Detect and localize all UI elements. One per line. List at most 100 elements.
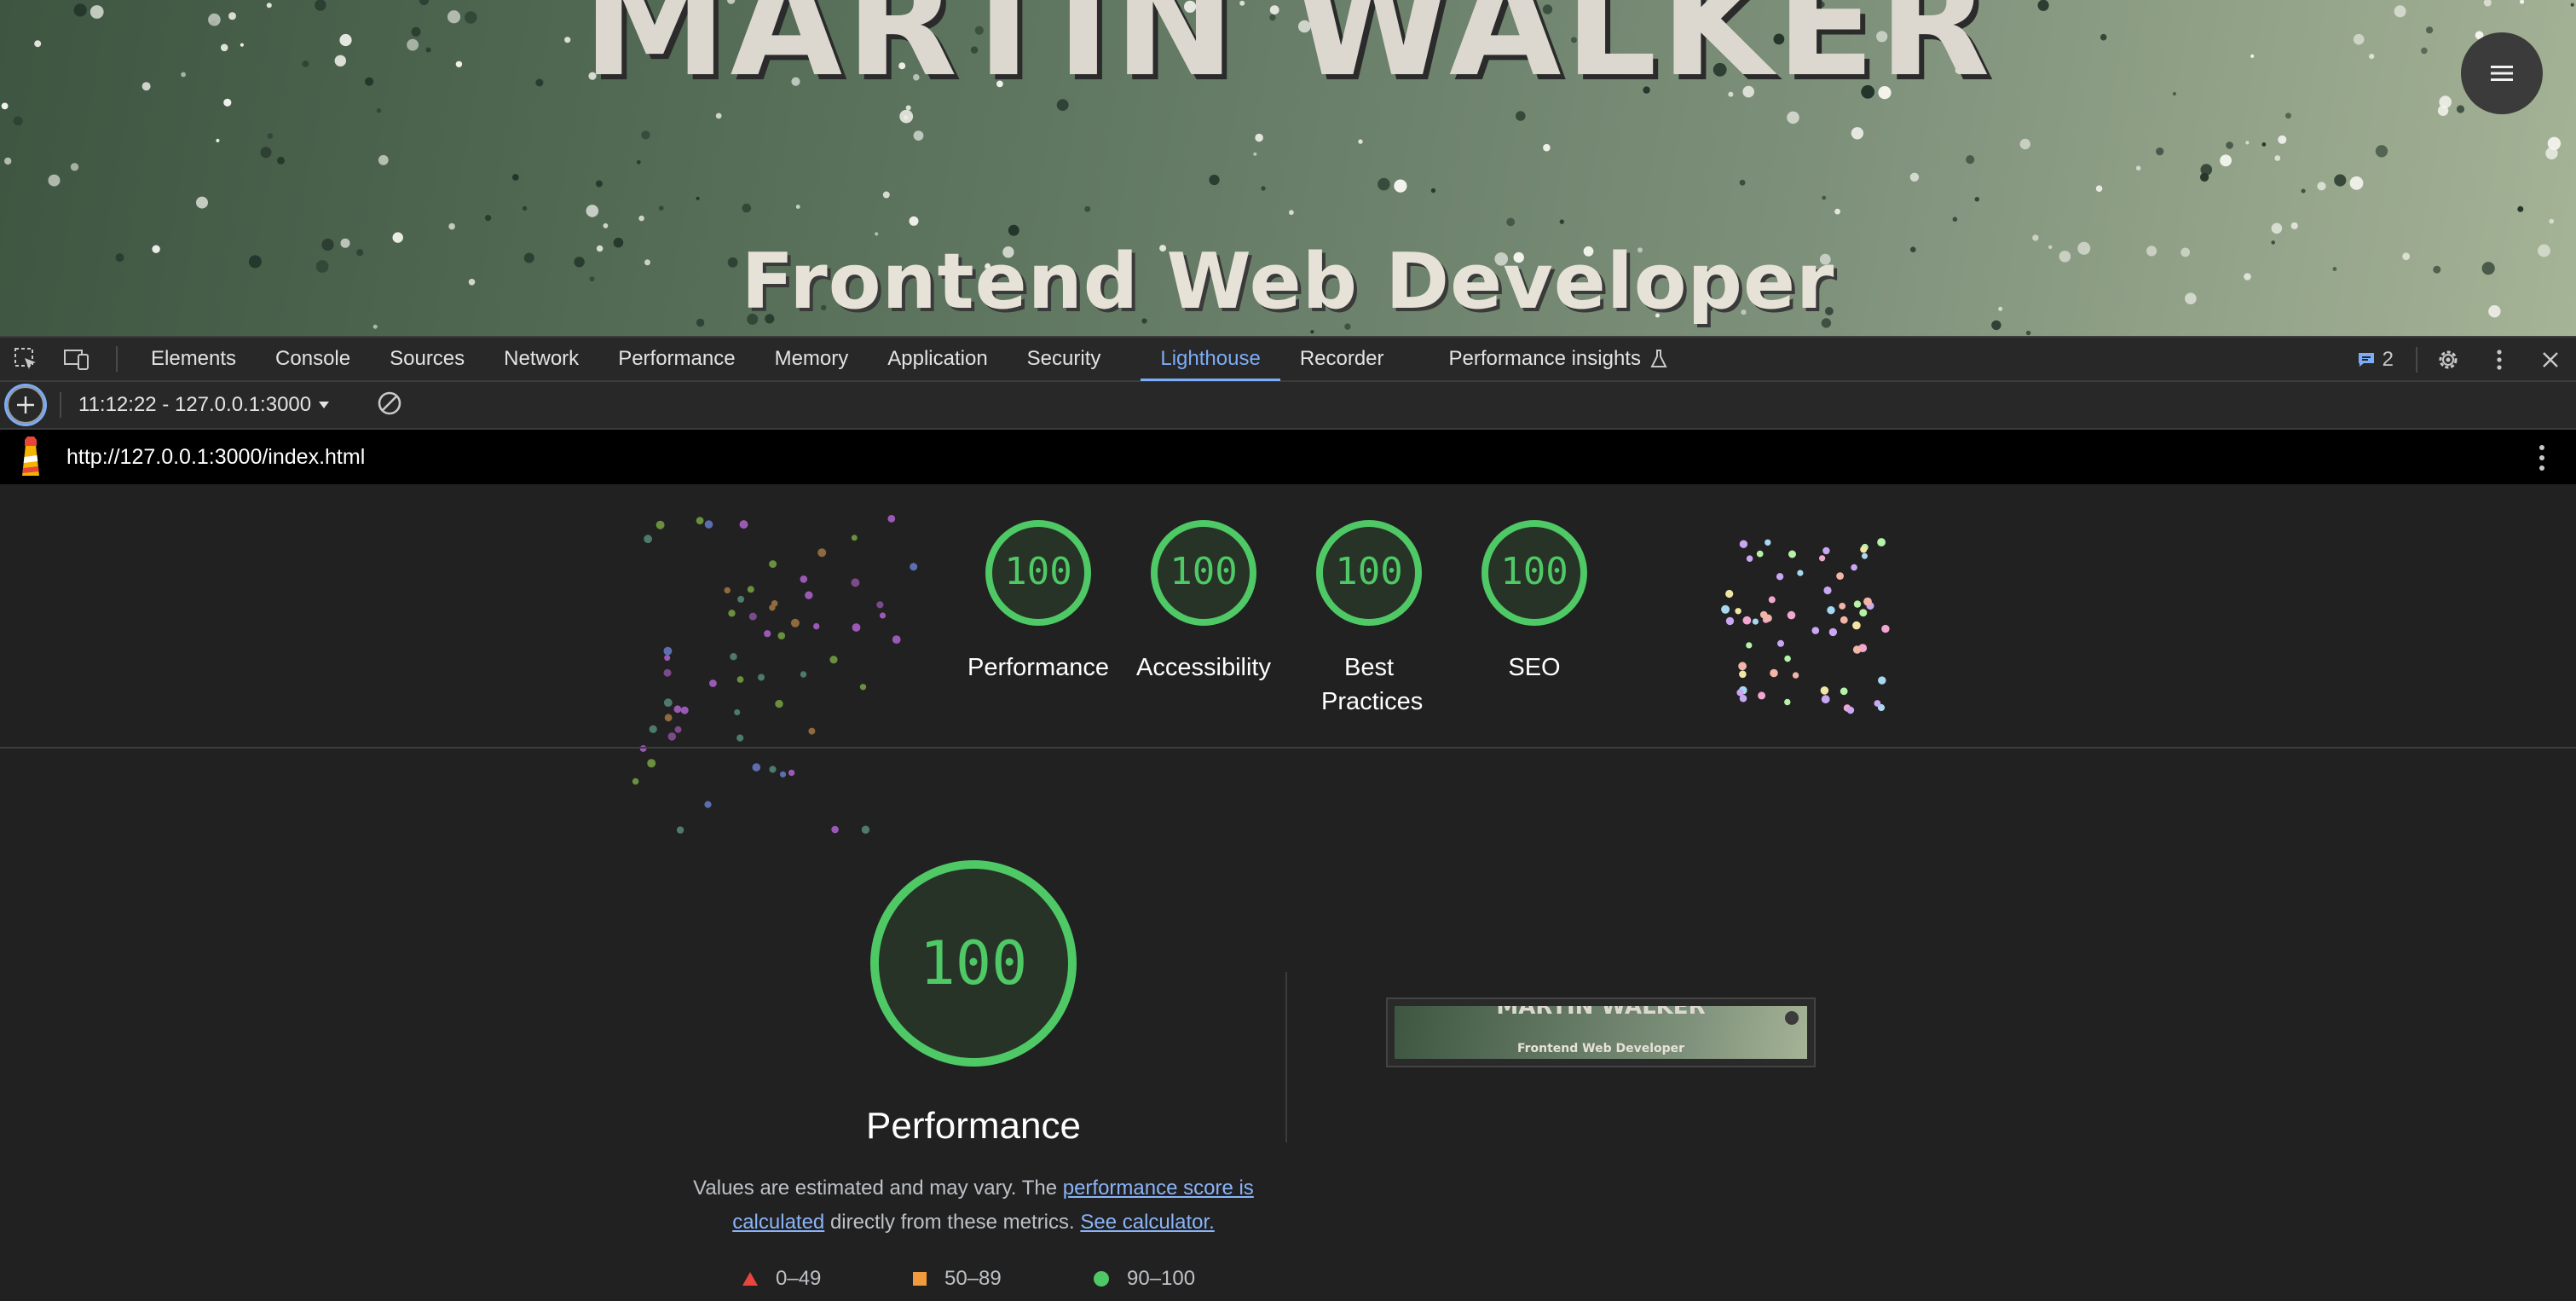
star-dot [2334,174,2347,187]
tab-console[interactable]: Console [256,337,370,381]
confetti-dot [879,612,887,619]
gauge-seo[interactable]: 100 SEO [1449,484,1620,685]
gauge-label: SEO [1508,654,1561,681]
issues-button[interactable]: 2 [2340,348,2411,372]
performance-main-gauge: 100 [870,860,1077,1067]
confetti-dot [1792,672,1799,679]
clear-block-icon [378,391,401,414]
star-dot [1974,196,1980,202]
device-toolbar-icon[interactable] [51,347,102,371]
tab-security[interactable]: Security [1008,337,1121,381]
report-selector[interactable]: 11:12:22 - 127.0.0.1:3000 [78,393,330,417]
final-screenshot-thumbnail[interactable]: MARTIN WALKER Frontend Web Developer [1386,997,1816,1067]
tab-elements[interactable]: Elements [131,337,256,381]
confetti-dot [1811,627,1820,634]
vertical-divider [1285,972,1287,1142]
star-dot [2301,188,2306,194]
star-dot [1787,111,1799,124]
tab-application[interactable]: Application [868,337,1007,381]
confetti-dot [1797,570,1804,576]
tab-lighthouse[interactable]: Lighthouse [1141,337,1281,381]
tab-recorder[interactable]: Recorder [1280,337,1404,381]
confetti-dot [829,656,838,664]
confetti-dot [647,759,656,768]
performance-description: Values are estimated and may vary. The p… [682,1171,1265,1240]
experiment-flask-icon [1650,350,1667,367]
star-dot [2095,185,2103,192]
issues-count: 2 [2382,348,2394,371]
tab-performance-insights[interactable]: Performance insights [1430,337,1688,381]
pass-circle-icon [1094,1271,1109,1287]
dropdown-triangle-icon [319,402,330,408]
gauge-label: Best Practices [1321,654,1424,715]
confetti-dot [1827,606,1835,615]
see-calculator-link[interactable]: See calculator. [1080,1211,1214,1234]
confetti-dot [813,622,820,630]
confetti-dot [1787,610,1796,620]
legend-pass: 90–100 [1093,1267,1195,1291]
star-dot [1430,188,1436,194]
gauge-best-practices[interactable]: 100 Best Practices [1284,484,1454,719]
score-ring: 100 [985,520,1091,626]
star-dot [2226,142,2233,149]
confetti-dot [704,520,713,529]
confetti-dot [1821,695,1830,704]
star-dot [899,109,914,124]
confetti-dot [664,655,671,662]
star-dot [1543,143,1551,152]
clear-all-button[interactable] [376,390,403,421]
confetti-dot [1735,608,1741,615]
confetti-dot [887,515,896,523]
star-dot [378,154,389,165]
confetti-dot [1759,610,1768,619]
confetti-dot [769,560,777,569]
confetti-dot [1860,546,1868,553]
star-dot [1822,195,1827,200]
confetti-dot [680,706,689,714]
hamburger-menu-button[interactable] [2461,32,2543,114]
tab-network[interactable]: Network [484,337,598,381]
star-dot [196,196,208,209]
legend-average: 50–89 [912,1267,1093,1291]
legend-range: 90–100 [1127,1267,1196,1290]
gauge-accessibility[interactable]: 100 Accessibility [1118,484,1289,685]
tab-sources[interactable]: Sources [370,337,484,381]
gauge-label: Accessibility [1136,654,1271,681]
confetti-dot [1758,691,1766,700]
confetti-dot [1852,621,1861,630]
star-dot [267,133,274,139]
confetti-dot [644,535,652,544]
star-dot [2135,165,2141,171]
confetti-dot [1770,668,1778,678]
star-dot [2285,113,2291,119]
confetti-dot [1776,573,1784,581]
confetti-dot [649,725,657,733]
star-dot [1008,224,1019,236]
confetti-dot [1862,552,1868,559]
tab-performance[interactable]: Performance [598,337,754,381]
star-dot [882,191,890,199]
report-url[interactable]: http://127.0.0.1:3000/index.html [66,445,365,470]
confetti-dot [1863,597,1872,606]
confetti-dot [851,578,860,587]
more-options-icon[interactable] [2474,349,2525,371]
confetti-dot [709,679,717,687]
star-dot [522,205,528,211]
inspect-element-icon[interactable] [0,346,51,372]
hamburger-menu-icon [2491,66,2513,81]
legend-range: 50–89 [944,1267,1002,1290]
settings-gear-icon[interactable] [2423,347,2474,373]
star-dot [1739,179,1746,186]
star-dot [448,223,455,230]
confetti-dot [1874,700,1881,707]
confetti-dot [739,520,748,529]
gauge-performance[interactable]: 100 Performance [953,484,1123,685]
confetti-dot [663,646,673,656]
report-menu-icon[interactable] [2538,443,2545,477]
confetti-dot [1840,687,1848,696]
close-devtools-icon[interactable] [2525,350,2576,369]
score-value: 100 [1004,550,1071,593]
new-report-button[interactable] [7,386,44,424]
tab-memory[interactable]: Memory [755,337,869,381]
confetti-dot [667,732,677,741]
